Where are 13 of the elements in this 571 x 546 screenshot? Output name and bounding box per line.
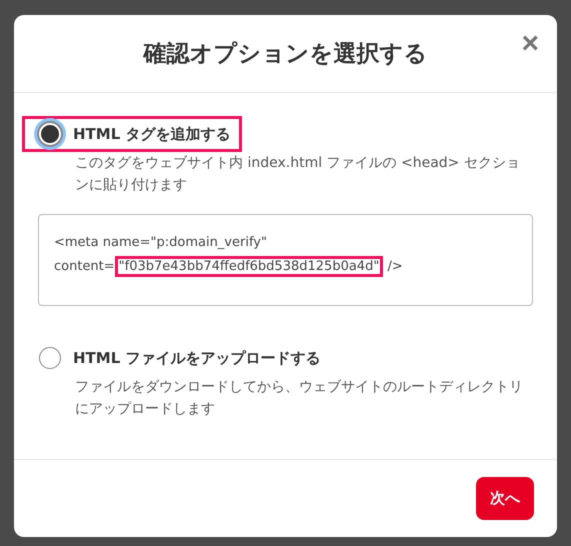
verification-code: "f03b7e43bb74ffedf6bd538d125b0a4d"	[114, 256, 384, 277]
option-description: ファイルをダウンロードしてから、ウェブサイトのルートディレクトリにアップロードします	[74, 378, 524, 419]
option-label[interactable]: HTML タグを追加する	[73, 124, 230, 144]
next-button[interactable]: 次へ	[476, 477, 534, 520]
close-button[interactable]: ×	[517, 29, 543, 59]
radio-button[interactable]	[39, 347, 61, 369]
code-line: <meta name="p:domain_verify"	[54, 234, 268, 252]
dialog-title: 確認オプションを選択する	[144, 40, 428, 69]
code-field[interactable]: <meta name="p:domain_verify" content= "f03b7e43bb74ffedf6bd538d125b0a4d" />	[38, 214, 533, 306]
option-label[interactable]: HTML ファイルをアップロードする	[73, 348, 320, 368]
code-text: content=	[54, 259, 115, 274]
option-description: このタグをウェブサイト内 index.html ファイルの <head> セクションに貼り付けます	[74, 154, 521, 195]
code-text: />	[386, 259, 403, 274]
